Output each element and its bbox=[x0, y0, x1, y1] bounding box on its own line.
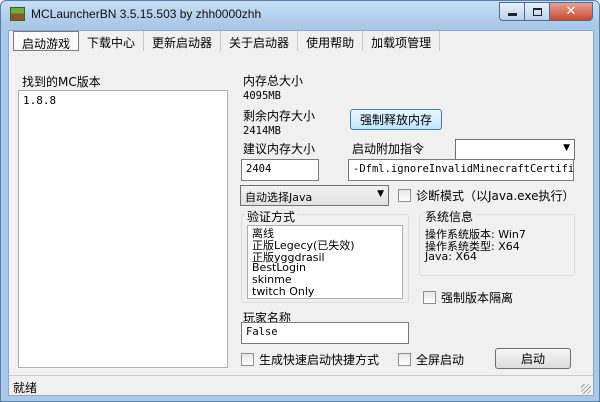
caption-buttons: ✕ bbox=[499, 2, 593, 21]
minimize-button[interactable] bbox=[499, 2, 525, 21]
maximize-button[interactable] bbox=[525, 2, 550, 21]
version-item[interactable]: 1.8.8 bbox=[23, 94, 56, 107]
menu-update-launcher[interactable]: 更新启动器 bbox=[144, 31, 222, 51]
checkbox-box[interactable] bbox=[398, 353, 411, 366]
resize-grip-icon[interactable] bbox=[581, 384, 591, 394]
title-bar[interactable]: MCLauncherBN 3.5.15.503 by zhh0000zhh ✕ bbox=[1, 1, 599, 27]
status-bar: 就绪 bbox=[9, 375, 593, 396]
window-title: MCLauncherBN 3.5.15.503 by zhh0000zhh bbox=[31, 7, 262, 21]
maximize-icon bbox=[532, 7, 542, 16]
memory-size-input[interactable]: 2404 bbox=[241, 159, 319, 181]
menu-launch-game[interactable]: 启动游戏 bbox=[13, 31, 80, 51]
menu-addons[interactable]: 加载项管理 bbox=[363, 31, 441, 51]
java-select[interactable]: 自动选择Java ▼ bbox=[240, 185, 389, 206]
free-memory-value: 2414MB bbox=[243, 125, 281, 137]
close-button[interactable]: ✕ bbox=[550, 2, 593, 21]
client-area: 启动游戏 下载中心 更新启动器 关于启动器 使用帮助 加载项管理 找到的MC版本… bbox=[8, 30, 594, 396]
chevron-down-icon: ▼ bbox=[563, 143, 570, 153]
free-memory-label: 剩余内存大小 bbox=[243, 109, 316, 123]
auth-group-title: 验证方式 bbox=[245, 208, 298, 225]
versions-list[interactable]: 1.8.8 bbox=[18, 90, 228, 368]
menu-bar: 启动游戏 下载中心 更新启动器 关于启动器 使用帮助 加载项管理 bbox=[9, 31, 593, 53]
menu-about-launcher[interactable]: 关于启动器 bbox=[221, 31, 299, 51]
menu-help[interactable]: 使用帮助 bbox=[298, 31, 364, 51]
release-memory-button[interactable]: 强制释放内存 bbox=[350, 109, 442, 130]
java-select-value: 自动选择Java bbox=[245, 191, 313, 204]
suggest-memory-label: 建议内存大小 bbox=[243, 142, 316, 156]
checkbox-box[interactable] bbox=[241, 353, 254, 366]
diagnose-label: 诊断模式（以Java.exe执行） bbox=[416, 189, 575, 203]
minimize-icon bbox=[507, 13, 517, 16]
launch-button[interactable]: 启动 bbox=[495, 348, 571, 369]
extra-args-label: 启动附加指令 bbox=[352, 142, 425, 156]
total-memory-label: 内存总大小 bbox=[243, 74, 304, 88]
close-icon: ✕ bbox=[565, 4, 577, 19]
auth-method-list[interactable]: 离线 正版Legecy(已失效) 正版yggdrasil BestLogin s… bbox=[247, 225, 403, 299]
sysinfo-java: Java: X64 bbox=[425, 250, 477, 263]
extra-args-input[interactable]: -Dfml.ignoreInvalidMinecraftCertificates… bbox=[348, 159, 574, 181]
menu-download-center[interactable]: 下载中心 bbox=[79, 31, 145, 51]
total-memory-value: 4095MB bbox=[243, 90, 281, 102]
extra-args-dropdown[interactable]: ▼ bbox=[455, 139, 575, 160]
sysinfo-group-title: 系统信息 bbox=[423, 208, 476, 225]
versions-label: 找到的MC版本 bbox=[22, 75, 101, 89]
checkbox-box[interactable] bbox=[398, 189, 411, 202]
status-text: 就绪 bbox=[13, 381, 38, 395]
checkbox-box[interactable] bbox=[423, 291, 436, 304]
app-grass-block-icon bbox=[10, 7, 25, 21]
shortcut-label: 生成快速启动快捷方式 bbox=[259, 353, 380, 367]
fullscreen-label: 全屏启动 bbox=[416, 353, 465, 367]
app-window: MCLauncherBN 3.5.15.503 by zhh0000zhh ✕ … bbox=[0, 0, 600, 402]
isolate-version-label: 强制版本隔离 bbox=[441, 291, 514, 305]
diagnose-checkbox[interactable]: 诊断模式（以Java.exe执行） bbox=[398, 187, 574, 204]
auth-option-twitch[interactable]: twitch Only bbox=[252, 285, 314, 298]
isolate-version-checkbox[interactable]: 强制版本隔离 bbox=[423, 289, 513, 306]
fullscreen-checkbox[interactable]: 全屏启动 bbox=[398, 351, 464, 368]
shortcut-checkbox[interactable]: 生成快速启动快捷方式 bbox=[241, 351, 379, 368]
player-name-input[interactable]: False bbox=[241, 322, 409, 344]
chevron-down-icon: ▼ bbox=[377, 189, 384, 199]
